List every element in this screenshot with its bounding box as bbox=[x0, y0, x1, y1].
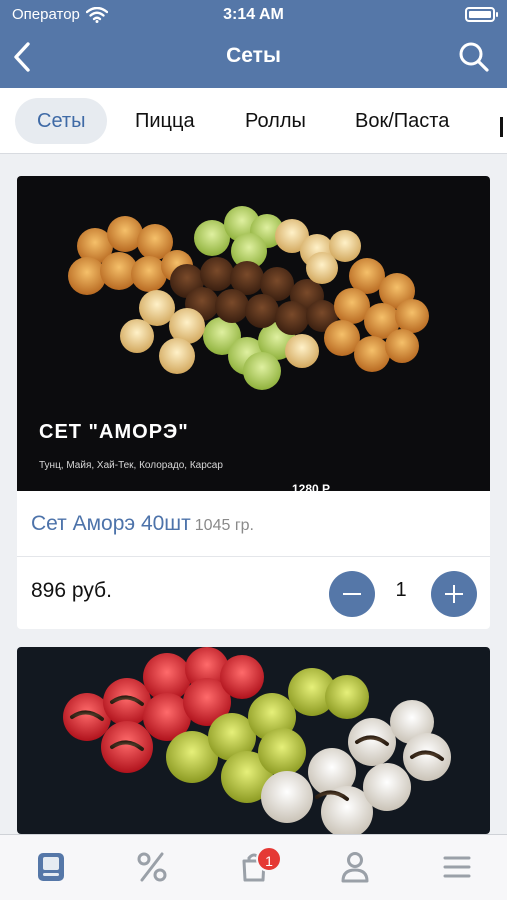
tab-pizza[interactable]: Пицца bbox=[113, 98, 217, 144]
product-name-row[interactable]: Сет Аморэ 40шт 1045 гр. bbox=[17, 491, 490, 557]
status-time: 3:14 AM bbox=[223, 6, 284, 23]
hamburger-icon[interactable] bbox=[439, 849, 475, 885]
navigation-bar: Сеты bbox=[0, 30, 507, 88]
image-subtitle: Тунц, Майя, Хай-Тек, Колорадо, Карсар bbox=[39, 460, 223, 471]
tab-sets[interactable]: Сеты bbox=[15, 98, 108, 144]
tab-wok-pasta[interactable]: Вок/Паста bbox=[333, 98, 471, 144]
product-price: 896 руб. bbox=[31, 579, 112, 602]
page-title: Сеты bbox=[226, 44, 281, 67]
rolls-right-cluster bbox=[324, 258, 429, 372]
product-image[interactable]: СЕТ "АМОРЭ" Тунц, Майя, Хай-Тек, Колорад… bbox=[17, 176, 490, 491]
tab-next-partial[interactable] bbox=[500, 117, 503, 137]
menu-icon[interactable] bbox=[33, 849, 69, 885]
percent-icon[interactable] bbox=[134, 849, 170, 885]
product-image[interactable] bbox=[17, 647, 490, 834]
product-weight: 1045 гр. bbox=[194, 517, 254, 534]
tab-rolls[interactable]: Роллы bbox=[223, 98, 328, 144]
product-card[interactable] bbox=[17, 647, 490, 834]
product-name: Сет Аморэ 40шт bbox=[31, 512, 191, 535]
battery-icon bbox=[465, 7, 498, 22]
quantity-value: 1 bbox=[395, 579, 407, 601]
bottom-tab-bar bbox=[0, 834, 507, 900]
product-buy-row: 896 руб. 1 bbox=[17, 557, 490, 629]
image-title: СЕТ "АМОРЭ" bbox=[39, 421, 189, 443]
sushi-set-picture bbox=[63, 647, 451, 834]
cart-badge: 1 bbox=[256, 846, 282, 872]
image-price: 1280 Р bbox=[292, 482, 331, 491]
product-card[interactable]: СЕТ "АМОРЭ" Тунц, Майя, Хай-Тек, Колорад… bbox=[17, 176, 490, 629]
increase-quantity-button[interactable] bbox=[431, 571, 477, 617]
top-bar: Оператор 3:14 AM Сеты bbox=[0, 0, 507, 88]
category-tabs: Сеты Пицца Роллы Вок/Паста bbox=[0, 88, 507, 154]
decrease-quantity-button[interactable] bbox=[329, 571, 375, 617]
status-bar: Оператор 3:14 AM bbox=[0, 0, 507, 30]
profile-icon[interactable] bbox=[337, 849, 373, 885]
search-icon[interactable] bbox=[457, 40, 491, 74]
